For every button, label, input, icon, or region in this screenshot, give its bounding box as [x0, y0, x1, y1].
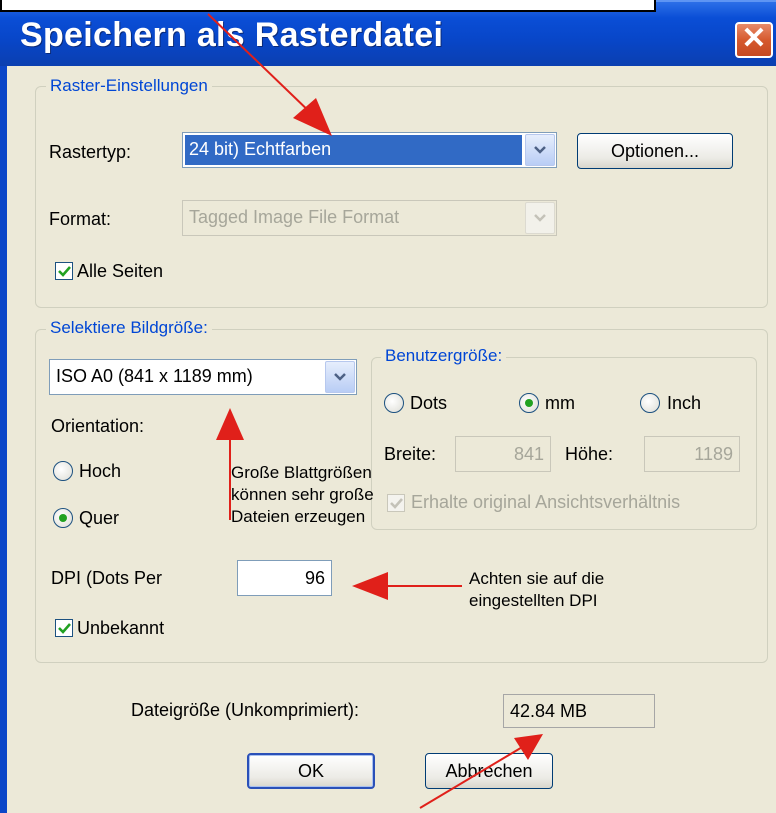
- raster-type-select[interactable]: 24 bit) Echtfarben: [182, 132, 557, 168]
- close-button[interactable]: ✕: [735, 22, 773, 58]
- chevron-down-icon[interactable]: [325, 361, 355, 393]
- checkmark-icon: [389, 497, 403, 509]
- format-value: Tagged Image File Format: [189, 207, 400, 227]
- paper-size-select[interactable]: ISO A0 (841 x 1189 mm): [49, 359, 357, 395]
- all-pages-checkbox[interactable]: [55, 262, 73, 280]
- keep-ratio-label: Erhalte original Ansichtsverhältnis: [411, 492, 681, 512]
- unit-mm-radio[interactable]: [519, 393, 539, 413]
- custom-size-group-label: Benutzergröße:: [381, 346, 507, 366]
- unit-dots-radio[interactable]: [384, 393, 404, 413]
- dpi-field[interactable]: 96: [237, 560, 332, 596]
- portrait-label: Hoch: [79, 461, 122, 481]
- unit-dots-label: Dots: [410, 393, 448, 413]
- all-pages-label: Alle Seiten: [77, 261, 164, 281]
- annotation-line: Achten sie auf die: [469, 569, 605, 588]
- window-border: [0, 66, 7, 813]
- overlapping-window-edge: [0, 0, 656, 12]
- chevron-down-icon: [525, 202, 555, 234]
- unknown-dpi-checkbox[interactable]: [55, 619, 73, 637]
- raster-type-value: 24 bit) Echtfarben: [189, 139, 332, 159]
- radio-selected-dot: [59, 514, 67, 522]
- width-label: Breite:: [384, 444, 437, 464]
- height-field: 1189: [644, 436, 740, 472]
- landscape-radio[interactable]: [53, 508, 73, 528]
- landscape-label: Quer: [79, 508, 120, 528]
- format-select: Tagged Image File Format: [182, 200, 557, 236]
- annotation-line: Große Blattgrößen: [231, 463, 372, 482]
- annotation-line: können sehr große: [231, 485, 374, 504]
- annotation-line: Dateien erzeugen: [231, 507, 366, 526]
- height-label: Höhe:: [565, 444, 614, 464]
- paper-size-value: ISO A0 (841 x 1189 mm): [56, 366, 253, 386]
- image-size-group-label: Selektiere Bildgröße:: [46, 318, 212, 338]
- annotation-large-sizes: Große Blattgrößen können sehr große Date…: [231, 462, 374, 528]
- format-label: Format:: [49, 209, 112, 229]
- orientation-label: Orientation:: [51, 416, 145, 436]
- dialog-body: Raster-Einstellungen Rastertyp: 24 bit) …: [7, 66, 776, 813]
- unit-inch-label: Inch: [667, 393, 702, 413]
- checkmark-icon: [57, 265, 71, 277]
- annotation-line: eingestellten DPI: [469, 591, 598, 610]
- checkmark-icon: [57, 622, 71, 634]
- raster-type-label: Rastertyp:: [49, 142, 132, 162]
- keep-ratio-checkbox: [387, 494, 405, 512]
- file-size-label: Dateigröße (Unkomprimiert):: [131, 700, 360, 720]
- unit-mm-label: mm: [545, 393, 575, 413]
- save-raster-dialog: Speichern als Rasterdatei ✕ Raster-Einst…: [0, 0, 776, 813]
- chevron-down-icon[interactable]: [525, 134, 555, 166]
- portrait-radio[interactable]: [53, 461, 73, 481]
- dpi-label: DPI (Dots Per: [51, 568, 163, 588]
- options-button[interactable]: Optionen...: [577, 133, 733, 169]
- file-size-value: 42.84 MB: [503, 694, 655, 728]
- dialog-title: Speichern als Rasterdatei: [20, 16, 444, 54]
- ok-button[interactable]: OK: [247, 753, 375, 789]
- unknown-dpi-label: Unbekannt: [77, 618, 165, 638]
- radio-selected-dot: [525, 399, 533, 407]
- unit-inch-radio[interactable]: [640, 393, 660, 413]
- raster-settings-group-label: Raster-Einstellungen: [46, 76, 212, 96]
- width-field: 841: [455, 436, 551, 472]
- cancel-button[interactable]: Abbrechen: [425, 753, 553, 789]
- annotation-dpi-hint: Achten sie auf die eingestellten DPI: [469, 568, 604, 612]
